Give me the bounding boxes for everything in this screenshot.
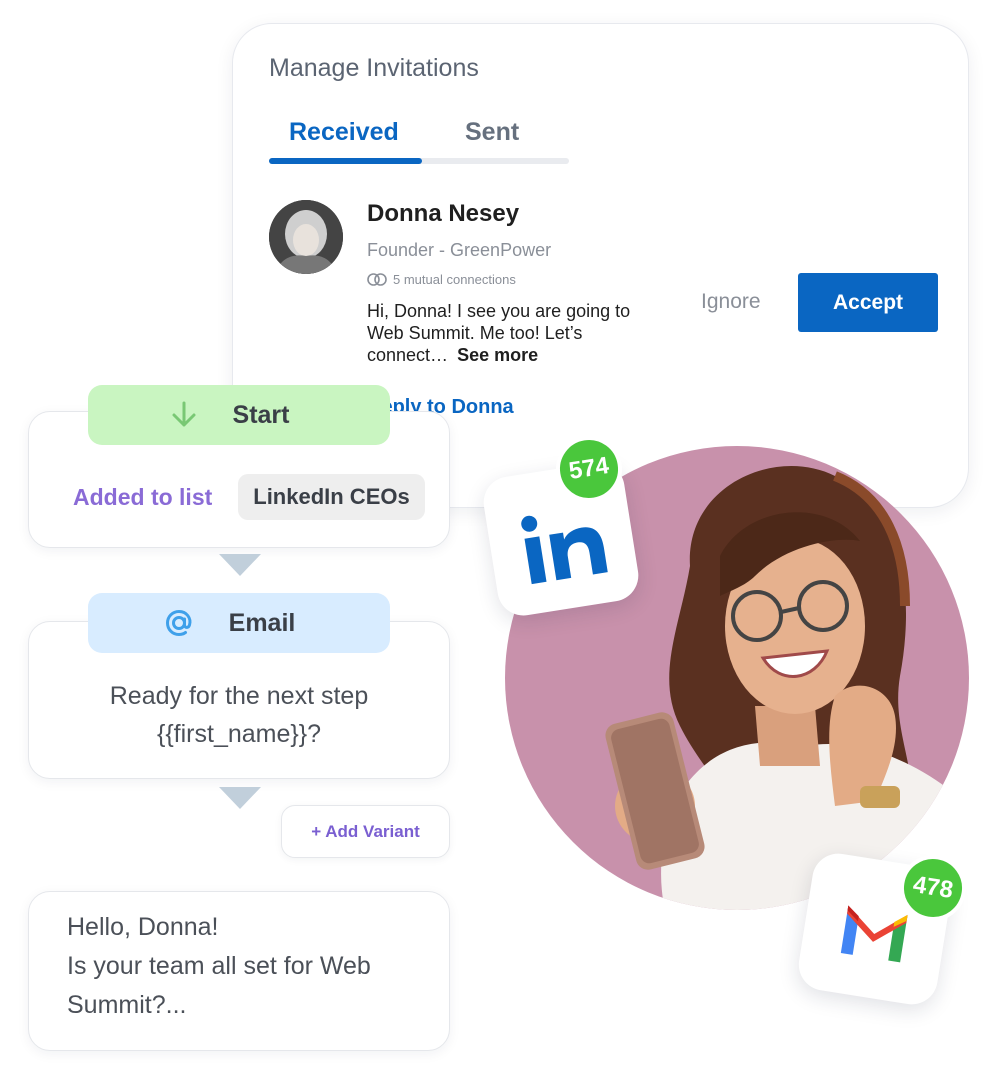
message-preview-text: Hello, Donna! Is your team all set for W… bbox=[67, 908, 427, 1025]
mutual-connections-label: 5 mutual connections bbox=[393, 272, 516, 287]
email-body-variable: {{first_name}}? bbox=[156, 720, 321, 748]
added-to-list-label: Added to list bbox=[73, 484, 213, 510]
tab-sent[interactable]: Sent bbox=[465, 118, 519, 147]
step-connector bbox=[219, 787, 261, 809]
tab-received[interactable]: Received bbox=[289, 118, 399, 147]
invitations-title: Manage Invitations bbox=[269, 54, 479, 82]
accept-button[interactable]: Accept bbox=[798, 273, 938, 332]
arrow-down-icon bbox=[172, 401, 196, 427]
mutual-connections[interactable]: 5 mutual connections bbox=[367, 272, 516, 287]
person-name[interactable]: Donna Nesey bbox=[367, 200, 519, 228]
list-name-chip[interactable]: LinkedIn CEOs bbox=[238, 474, 425, 520]
start-step-header[interactable]: Start bbox=[88, 385, 390, 445]
avatar-portrait-icon bbox=[269, 200, 343, 274]
add-variant-button[interactable]: + Add Variant bbox=[281, 805, 450, 858]
message-line: Hello, Donna! bbox=[67, 913, 219, 941]
invite-message: Hi, Donna! I see you are going to Web Su… bbox=[367, 300, 667, 366]
email-step-header[interactable]: Email bbox=[88, 593, 390, 653]
email-body-line: Ready for the next step bbox=[109, 682, 369, 710]
ignore-button[interactable]: Ignore bbox=[701, 290, 761, 314]
person-role: Founder - GreenPower bbox=[367, 240, 552, 260]
tab-active-indicator bbox=[269, 158, 422, 164]
avatar[interactable] bbox=[269, 200, 343, 274]
mutual-connections-icon bbox=[367, 273, 387, 286]
email-step-label: Email bbox=[228, 608, 296, 637]
email-step-body: Ready for the next step {{first_name}}? bbox=[28, 677, 450, 753]
see-more-link[interactable]: See more bbox=[457, 345, 538, 365]
start-step-label: Start bbox=[232, 400, 290, 429]
at-sign-icon bbox=[165, 609, 192, 637]
message-line: Is your team all set for Web bbox=[67, 952, 371, 980]
message-line: Summit?... bbox=[67, 991, 187, 1019]
step-connector bbox=[219, 554, 261, 576]
